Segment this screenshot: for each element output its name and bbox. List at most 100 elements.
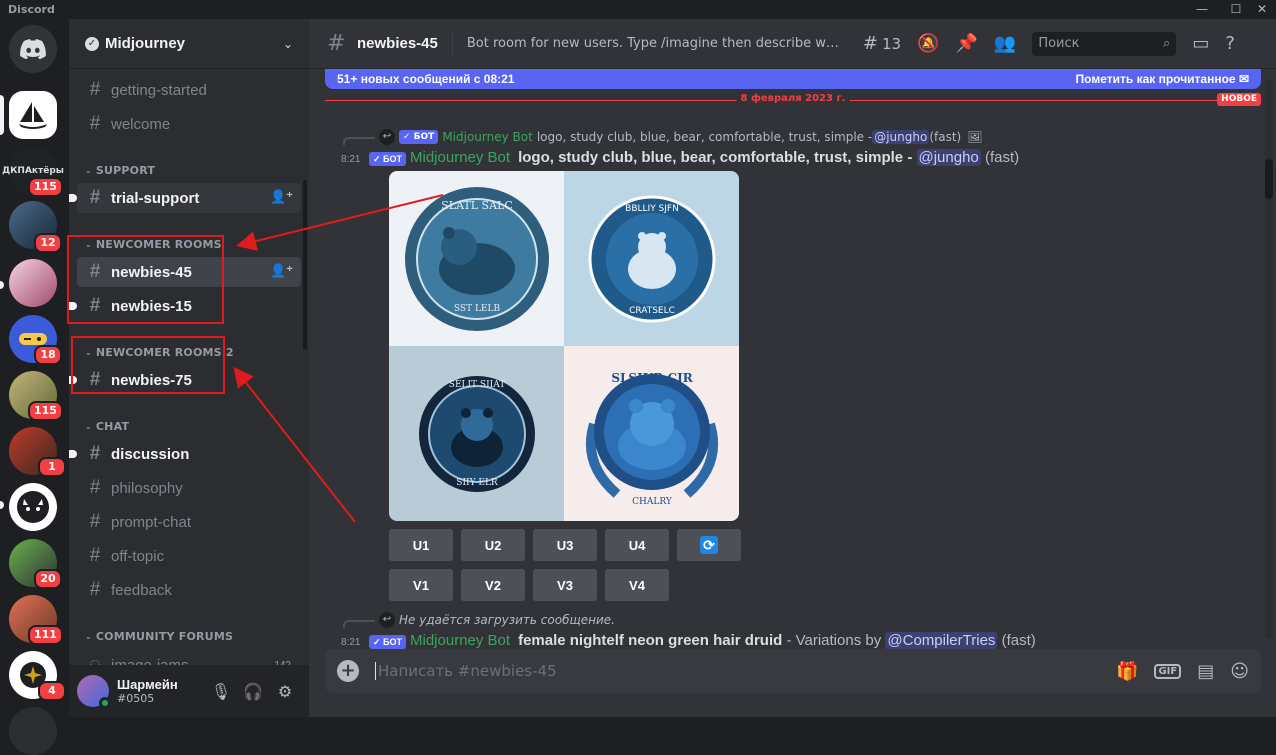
mute-bell-icon[interactable]: 🔕 <box>917 33 939 54</box>
inbox-icon[interactable]: ▭ <box>1192 33 1209 54</box>
gift-icon[interactable]: 🎁 <box>1116 661 1138 682</box>
reply-preview[interactable]: ↩ ✓ БОТ Midjourney Bot logo, study club,… <box>343 129 982 145</box>
channel-image-jams[interactable]: ◌ image-jams 142 <box>77 650 301 666</box>
microphone-icon[interactable]: 🎙 <box>205 675 237 707</box>
server-avatar-3[interactable] <box>9 259 57 307</box>
help-icon[interactable]: ? <box>1225 33 1235 54</box>
category-support[interactable]: ⌄ SUPPORT <box>69 160 155 180</box>
date-divider: 8 февраля 2023 г. НОВОЕ <box>325 93 1261 106</box>
reply-preview[interactable]: ↩ Не удаётся загрузить сообщение. <box>343 612 615 628</box>
headphones-icon[interactable]: 🎧 <box>237 675 269 707</box>
channel-discussion[interactable]: # discussion <box>69 439 301 469</box>
bot-tag: ✓ БОТ <box>399 130 439 144</box>
sticker-icon[interactable]: ▤ <box>1197 661 1214 682</box>
gif-button[interactable]: GIF <box>1154 663 1182 679</box>
category-community-forums[interactable]: ⌄ COMMUNITY FORUMS <box>69 626 233 646</box>
pin-icon[interactable]: 📌 <box>955 33 977 54</box>
reply-mention[interactable]: @jungho <box>872 130 930 144</box>
message-header: 8:21 ✓ БОТ Midjourney Bot logo, study cl… <box>341 149 1019 166</box>
chat-scrollbar[interactable] <box>1265 79 1273 639</box>
category-chat[interactable]: ⌄ CHAT <box>69 416 129 436</box>
server-midjourney[interactable] <box>9 91 57 139</box>
user-tag: #0505 <box>117 692 155 705</box>
new-tag: НОВОЕ <box>1217 93 1261 106</box>
mark-as-read-button[interactable]: Пометить как прочитанное ✉ <box>1076 72 1249 86</box>
members-icon[interactable]: 👥 <box>994 33 1016 54</box>
home-button[interactable] <box>9 25 57 73</box>
message-prompt: logo, study club, blue, bear, comfortabl… <box>518 149 904 166</box>
active-server-pill <box>0 95 4 135</box>
u4-button[interactable]: U4 <box>605 529 669 561</box>
message-author[interactable]: Midjourney Bot <box>410 149 510 166</box>
search-placeholder: Поиск <box>1038 36 1080 51</box>
message-author[interactable]: Midjourney Bot <box>410 632 510 649</box>
channel-label: off-topic <box>111 547 165 565</box>
message-mention[interactable]: @CompilerTries <box>885 632 998 649</box>
channel-philosophy[interactable]: # philosophy <box>77 473 301 503</box>
grid-image-4[interactable]: SLSIUB CJR CHALRY <box>564 346 739 521</box>
channel-trial-support[interactable]: # trial-support 👤⁺ <box>69 183 301 213</box>
channel-feedback[interactable]: # feedback <box>77 575 301 605</box>
scrollbar-thumb[interactable] <box>1265 159 1273 199</box>
server-avatar-7[interactable] <box>9 483 57 531</box>
server-avatar-11[interactable] <box>9 707 57 755</box>
maximize-button[interactable]: ☐ <box>1222 0 1250 19</box>
grid-image-3[interactable]: SELIT SIIAT SIIY ELR <box>389 346 564 521</box>
emoji-icon[interactable]: ☺ <box>1230 661 1249 682</box>
u1-button[interactable]: U1 <box>389 529 453 561</box>
divider-date: 8 февраля 2023 г. <box>736 93 850 104</box>
new-messages-bar[interactable]: 51+ новых сообщений с 08:21 Пометить как… <box>325 69 1261 89</box>
channel-topic[interactable]: Bot room for new users. Type /imagine th… <box>467 36 847 51</box>
v4-button[interactable]: V4 <box>605 569 669 601</box>
reply-spine <box>343 137 375 145</box>
close-button[interactable]: ✕ <box>1248 0 1276 19</box>
mention-badge: 1 <box>38 457 66 477</box>
image-grid[interactable]: SLATL SALC SST LELB BBLLIY SJFN CRATSELC… <box>389 171 739 521</box>
bear-logo-icon: SELIT SIIAT SIIY ELR <box>418 375 535 492</box>
hash-icon: # <box>89 545 101 566</box>
channel-label: feedback <box>111 581 172 599</box>
channel-getting-started[interactable]: # getting-started <box>77 75 301 105</box>
channel-label: trial-support <box>111 189 200 207</box>
refresh-icon: ⟳ <box>700 536 718 554</box>
add-user-icon[interactable]: 👤⁺ <box>270 263 293 279</box>
add-attachment-button[interactable]: + <box>337 660 359 682</box>
annotation-box <box>71 336 225 394</box>
channel-welcome[interactable]: # welcome <box>77 109 301 139</box>
message-dash: - <box>903 149 917 166</box>
grid-image-1[interactable]: SLATL SALC SST LELB <box>389 171 564 346</box>
reroll-button[interactable]: ⟳ <box>677 529 741 561</box>
mention-badge: 20 <box>34 569 62 589</box>
gear-icon[interactable]: ⚙ <box>269 675 301 707</box>
message-variations: - Variations by <box>782 632 886 649</box>
add-user-icon[interactable]: 👤⁺ <box>270 189 293 205</box>
u2-button[interactable]: U2 <box>461 529 525 561</box>
mention-badge: 4 <box>38 681 66 701</box>
category-label: COMMUNITY FORUMS <box>95 629 234 643</box>
channel-label: discussion <box>111 445 190 463</box>
header-divider <box>451 31 453 56</box>
grid-image-2[interactable]: BBLLIY SJFN CRATSELC <box>564 171 739 346</box>
v2-button[interactable]: V2 <box>461 569 525 601</box>
search-input[interactable]: Поиск ⌕ <box>1032 31 1177 56</box>
channel-scrollbar[interactable] <box>303 180 307 350</box>
v3-button[interactable]: V3 <box>533 569 597 601</box>
message-time: 8:21 <box>341 154 361 165</box>
reply-suffix: (fast) <box>929 130 962 144</box>
channel-prompt-chat[interactable]: # prompt-chat <box>77 507 301 537</box>
message-input[interactable]: Написать #newbies-45 <box>375 662 1100 680</box>
user-info[interactable]: Шармейн #0505 <box>117 677 205 705</box>
hash-icon: # <box>89 579 101 600</box>
u3-button[interactable]: U3 <box>533 529 597 561</box>
channel-off-topic[interactable]: # off-topic <box>77 541 301 571</box>
threads-button[interactable]: #13 <box>863 33 901 54</box>
minimize-button[interactable]: — <box>1188 0 1216 19</box>
logo-text: SST LELB <box>453 304 500 314</box>
avatar[interactable] <box>77 675 111 709</box>
bot-tag: ✓ БОТ <box>369 635 407 649</box>
v1-button[interactable]: V1 <box>389 569 453 601</box>
chevron-down-icon: ⌄ <box>85 165 92 175</box>
guild-header[interactable]: ✓ Midjourney ⌄ <box>69 19 309 69</box>
message-mention[interactable]: @jungho <box>916 149 981 166</box>
category-label: SUPPORT <box>95 163 156 177</box>
